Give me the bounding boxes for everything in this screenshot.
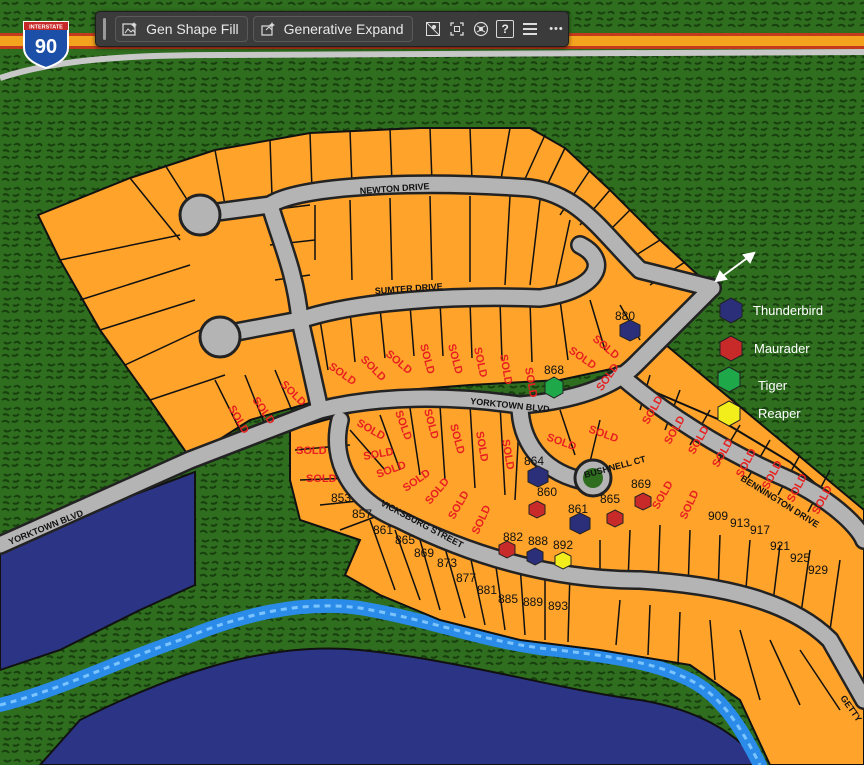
gen-shape-fill-label: Gen Shape Fill xyxy=(146,21,239,37)
lot-number: 888 xyxy=(528,534,548,548)
lot-number: 909 xyxy=(708,509,728,523)
cul-de-sac-sumter xyxy=(198,315,242,359)
help-button[interactable]: ? xyxy=(496,18,515,40)
lot-number: 861 xyxy=(373,523,393,537)
lot-number: 917 xyxy=(750,523,770,537)
gen-shape-fill-icon xyxy=(122,21,138,37)
contextual-taskbar: Gen Shape Fill Generative Expand ? ••• xyxy=(95,11,569,47)
lot-number: 893 xyxy=(548,599,568,613)
legend-label-maurader: Maurader xyxy=(754,341,810,356)
generative-expand-button[interactable]: Generative Expand xyxy=(252,16,413,42)
marker-thunderbird xyxy=(526,547,544,566)
lot-number: 864 xyxy=(524,454,544,468)
transform-icon[interactable] xyxy=(448,18,465,40)
legend-label-reaper: Reaper xyxy=(758,406,801,421)
lot-number: 857 xyxy=(352,507,372,521)
marker-maurader xyxy=(634,492,652,511)
marker-maurader xyxy=(606,509,624,528)
lot-number: 892 xyxy=(553,538,573,552)
generative-expand-label: Generative Expand xyxy=(283,21,404,37)
shield-number: 90 xyxy=(35,36,57,58)
subdivision-map: NEWTON DRIVE SUMTER DRIVE YORKTOWN BLVD … xyxy=(0,0,864,765)
marker-maurader xyxy=(498,540,516,559)
lot-number: 885 xyxy=(498,592,518,606)
legend-label-tiger: Tiger xyxy=(758,378,788,393)
globe-icon[interactable] xyxy=(472,18,489,40)
shield-top-text: INTERSTATE xyxy=(29,25,63,31)
sold-label: SOLD xyxy=(296,445,327,457)
legend-thunderbird-swatch xyxy=(719,297,743,324)
lot-number: 889 xyxy=(523,595,543,609)
more-options-icon: ••• xyxy=(549,23,564,35)
marker-tiger xyxy=(544,376,564,399)
lot-number: 877 xyxy=(456,571,476,585)
marker-maurader xyxy=(528,500,546,519)
lot-number: 929 xyxy=(808,563,828,577)
help-icon: ? xyxy=(496,20,515,38)
lot-number: 853 xyxy=(331,491,351,505)
lot-number: 865 xyxy=(395,533,415,547)
remove-background-icon[interactable] xyxy=(425,18,442,40)
legend-tiger-swatch xyxy=(717,366,741,393)
marker-thunderbird xyxy=(569,512,591,535)
lot-number: 869 xyxy=(631,477,651,491)
legend-reaper-swatch xyxy=(717,400,741,427)
lot-number: 881 xyxy=(477,583,497,597)
marker-thunderbird xyxy=(619,319,641,342)
lot-number: 868 xyxy=(544,363,564,377)
marker-thunderbird xyxy=(527,465,549,488)
lot-number: 869 xyxy=(414,546,434,560)
lot-number: 865 xyxy=(600,492,620,506)
lot-number: 913 xyxy=(730,516,750,530)
interstate-shield: INTERSTATE 90 xyxy=(23,21,69,70)
lot-number: 860 xyxy=(537,485,557,499)
lot-number: 921 xyxy=(770,539,790,553)
legend-label-thunderbird: Thunderbird xyxy=(753,303,824,318)
gen-shape-fill-button[interactable]: Gen Shape Fill xyxy=(115,16,248,42)
marker-reaper xyxy=(554,551,572,570)
menu-icon[interactable] xyxy=(521,18,538,40)
legend-maurader-swatch xyxy=(719,335,743,362)
lot-number: 873 xyxy=(437,556,457,570)
drag-handle[interactable] xyxy=(103,18,107,40)
cul-de-sac-newton xyxy=(178,193,222,237)
sold-label: SOLD xyxy=(306,473,337,485)
generative-expand-icon xyxy=(260,21,276,37)
more-options-button[interactable]: ••• xyxy=(545,18,568,40)
